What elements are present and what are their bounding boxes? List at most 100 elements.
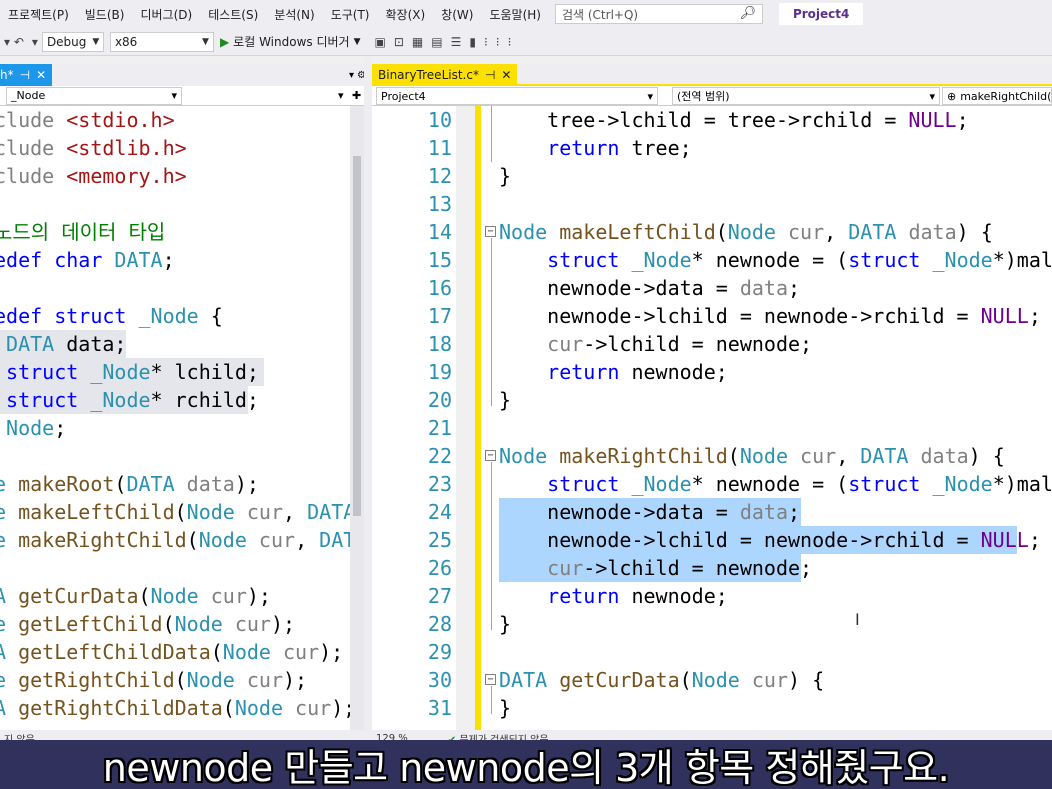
editor-code-line[interactable]: } <box>499 610 511 638</box>
left-scroll-thumb[interactable] <box>353 156 361 516</box>
menu-item-test[interactable]: 테스트(S) <box>200 6 266 23</box>
left-code-line[interactable]: e makeLeftChild(Node cur, DATA <box>0 498 350 526</box>
left-code-line[interactable]: A getCurData(Node cur); <box>0 582 271 610</box>
code-token: cur <box>234 668 284 692</box>
bookmark-icon[interactable]: ▮ <box>465 35 480 49</box>
close-icon[interactable]: ✕ <box>501 68 511 82</box>
editor-code-line[interactable]: } <box>499 386 511 414</box>
toolbar-icon-7[interactable]: ⁝ <box>492 35 504 49</box>
toolbar-icon-3[interactable]: ▦ <box>408 35 427 49</box>
code-token: cur <box>234 500 284 524</box>
split-icon[interactable]: ✚ <box>352 89 361 102</box>
panel-splitter[interactable] <box>364 56 372 746</box>
editor-code-line[interactable]: return newnode; <box>499 582 728 610</box>
left-code-line[interactable]: DATA data; <box>0 330 126 358</box>
project-combo[interactable]: Project4 ▾ <box>376 87 658 105</box>
left-code-line[interactable]: e getRightChild(Node cur); <box>0 666 307 694</box>
left-code-line[interactable]: Node; <box>0 414 66 442</box>
left-code-line[interactable]: edef struct _Node { <box>0 302 223 330</box>
menu-item-window[interactable]: 창(W) <box>433 6 481 23</box>
close-icon[interactable]: ✕ <box>36 68 46 82</box>
editor-code-line[interactable]: DATA getCurData(Node cur) { <box>499 666 824 694</box>
toolbar-icon-5[interactable]: ☰ <box>447 35 466 49</box>
left-code-line[interactable]: struct _Node* rchild; <box>0 386 259 414</box>
menu-item-build[interactable]: 빌드(B) <box>77 6 133 23</box>
editor-code-line[interactable]: } <box>499 162 511 190</box>
left-code-line[interactable]: edef char DATA; <box>0 246 187 274</box>
left-nav-combo[interactable]: _Node ▾ <box>6 86 182 105</box>
line-number: 31 <box>427 696 452 720</box>
collapse-icon[interactable]: − <box>485 450 496 461</box>
menu-item-extensions[interactable]: 확장(X) <box>378 6 434 23</box>
editor-code-line[interactable]: } <box>499 694 511 722</box>
editor-code-line[interactable]: Node makeLeftChild(Node cur, DATA data) … <box>499 218 993 246</box>
menu-item-help[interactable]: 도움말(H) <box>481 6 549 23</box>
toolbar-icon-4[interactable]: ▤ <box>427 35 446 49</box>
left-code-line[interactable]: 노드의 데이터 타입 <box>0 218 165 246</box>
editor-code-line[interactable]: Node makeRightChild(Node cur, DATA data)… <box>499 442 1005 470</box>
collapse-icon[interactable]: − <box>485 226 496 237</box>
line-number: 18 <box>427 332 452 356</box>
code-token: ->lchild = newnode; <box>583 556 813 580</box>
code-token: ; <box>1028 304 1041 328</box>
toolbar-icon-6[interactable]: ⁝ <box>480 35 492 49</box>
dropdown-icon[interactable]: ▾ <box>349 70 354 81</box>
left-code-line[interactable]: clude <memory.h> <box>0 162 187 190</box>
pin-icon[interactable]: ⊣ <box>20 68 30 82</box>
toolbar-icon-2[interactable]: ⊡ <box>390 35 408 49</box>
left-code-line[interactable]: clude <stdlib.h> <box>0 134 187 162</box>
editor-code-line[interactable]: struct _Node* newnode = (struct _Node*)m… <box>499 470 1052 498</box>
editor-code-line[interactable]: return tree; <box>499 134 692 162</box>
start-debugger-button[interactable]: ▶ 로컬 Windows 디버거 ▼ <box>220 33 361 50</box>
menu-item-analyze[interactable]: 분석(N) <box>266 6 322 23</box>
menu-item-debug[interactable]: 디버그(D) <box>132 6 200 23</box>
left-file-tab[interactable]: h* ⊣ ✕ <box>0 64 52 86</box>
editor-code-view[interactable]: − − − tree->lchild = tree->rchild = NULL; … <box>481 106 1052 730</box>
scope-combo[interactable]: (전역 범위) ▾ <box>672 87 940 105</box>
code-token: ( <box>679 668 692 692</box>
menu-item-tools[interactable]: 도구(T) <box>323 6 378 23</box>
code-token: tree->lchild = tree->rchild = <box>499 108 909 132</box>
platform-select[interactable]: x86 ▼ <box>109 31 214 52</box>
chevron-down-icon[interactable]: ▾ <box>338 89 344 102</box>
left-code-line[interactable]: e makeRightChild(Node cur, DATA <box>0 526 350 554</box>
toolbar-icon-1[interactable]: ▣ <box>371 35 390 49</box>
editor-code-line[interactable]: newnode->data = data; <box>499 274 800 302</box>
editor-code-line[interactable]: cur->lchild = newnode; <box>499 330 812 358</box>
scope-combo-value: (전역 범위) <box>677 90 730 103</box>
code-token: _Node <box>920 472 993 496</box>
undo-icon[interactable]: ▾ ↶ <box>0 35 28 49</box>
left-code-line[interactable]: e makeRoot(DATA data); <box>0 470 259 498</box>
code-token: * lchild; <box>150 360 259 384</box>
editor-code-line[interactable]: cur->lchild = newnode; <box>499 554 812 582</box>
code-token: newnode->lchild = newnode->rchild = <box>499 304 981 328</box>
editor-code-line[interactable]: tree->lchild = tree->rchild = NULL; <box>499 106 968 134</box>
left-code-line[interactable]: struct _Node* lchild; <box>0 358 259 386</box>
editor-code-line[interactable]: newnode->lchild = newnode->rchild = NULL… <box>499 302 1041 330</box>
left-scrollbar[interactable] <box>350 106 364 730</box>
editor-code-line[interactable]: struct _Node* newnode = (struct _Node*)m… <box>499 246 1052 274</box>
collapse-icon[interactable]: − <box>485 674 496 685</box>
editor-tab-strip: BinaryTreeList.c* ⊣ ✕ <box>372 64 1052 86</box>
function-combo[interactable]: ⊕ makeRightChild(N <box>942 87 1052 105</box>
menu-item-project[interactable]: 프로젝트(P) <box>0 6 77 23</box>
search-input[interactable]: 검색 (Ctrl+Q) 🔎︎ <box>554 4 763 24</box>
file-tab-binarytreelist[interactable]: BinaryTreeList.c* ⊣ ✕ <box>372 64 518 86</box>
editor-code-line[interactable]: newnode->data = data; <box>499 498 800 526</box>
editor-code-line[interactable]: newnode->lchild = newnode->rchild = NULL… <box>499 526 1041 554</box>
left-code-line[interactable]: e getLeftChild(Node cur); <box>0 610 295 638</box>
left-code-view[interactable]: clude <stdio.h> clude <stdlib.h> clude <me… <box>0 106 350 730</box>
left-code-line[interactable]: A getRightChildData(Node cur); <box>0 694 350 722</box>
code-token: ( <box>210 640 223 664</box>
pin-icon[interactable]: ⊣ <box>485 68 495 82</box>
config-select[interactable]: Debug ▼ <box>41 31 104 52</box>
toolbar-icon-8[interactable]: ⁝ <box>504 35 516 49</box>
code-token: getCurData <box>547 668 680 692</box>
code-token: return <box>499 136 620 160</box>
code-token: Node <box>0 416 55 440</box>
left-code-line[interactable]: clude <stdio.h> <box>0 106 175 134</box>
editor-code-line[interactable]: return newnode; <box>499 358 728 386</box>
left-code-line[interactable]: A getLeftChildData(Node cur); <box>0 638 343 666</box>
code-token: DATA <box>126 472 175 496</box>
redo-icon[interactable]: ▾ <box>28 35 42 49</box>
